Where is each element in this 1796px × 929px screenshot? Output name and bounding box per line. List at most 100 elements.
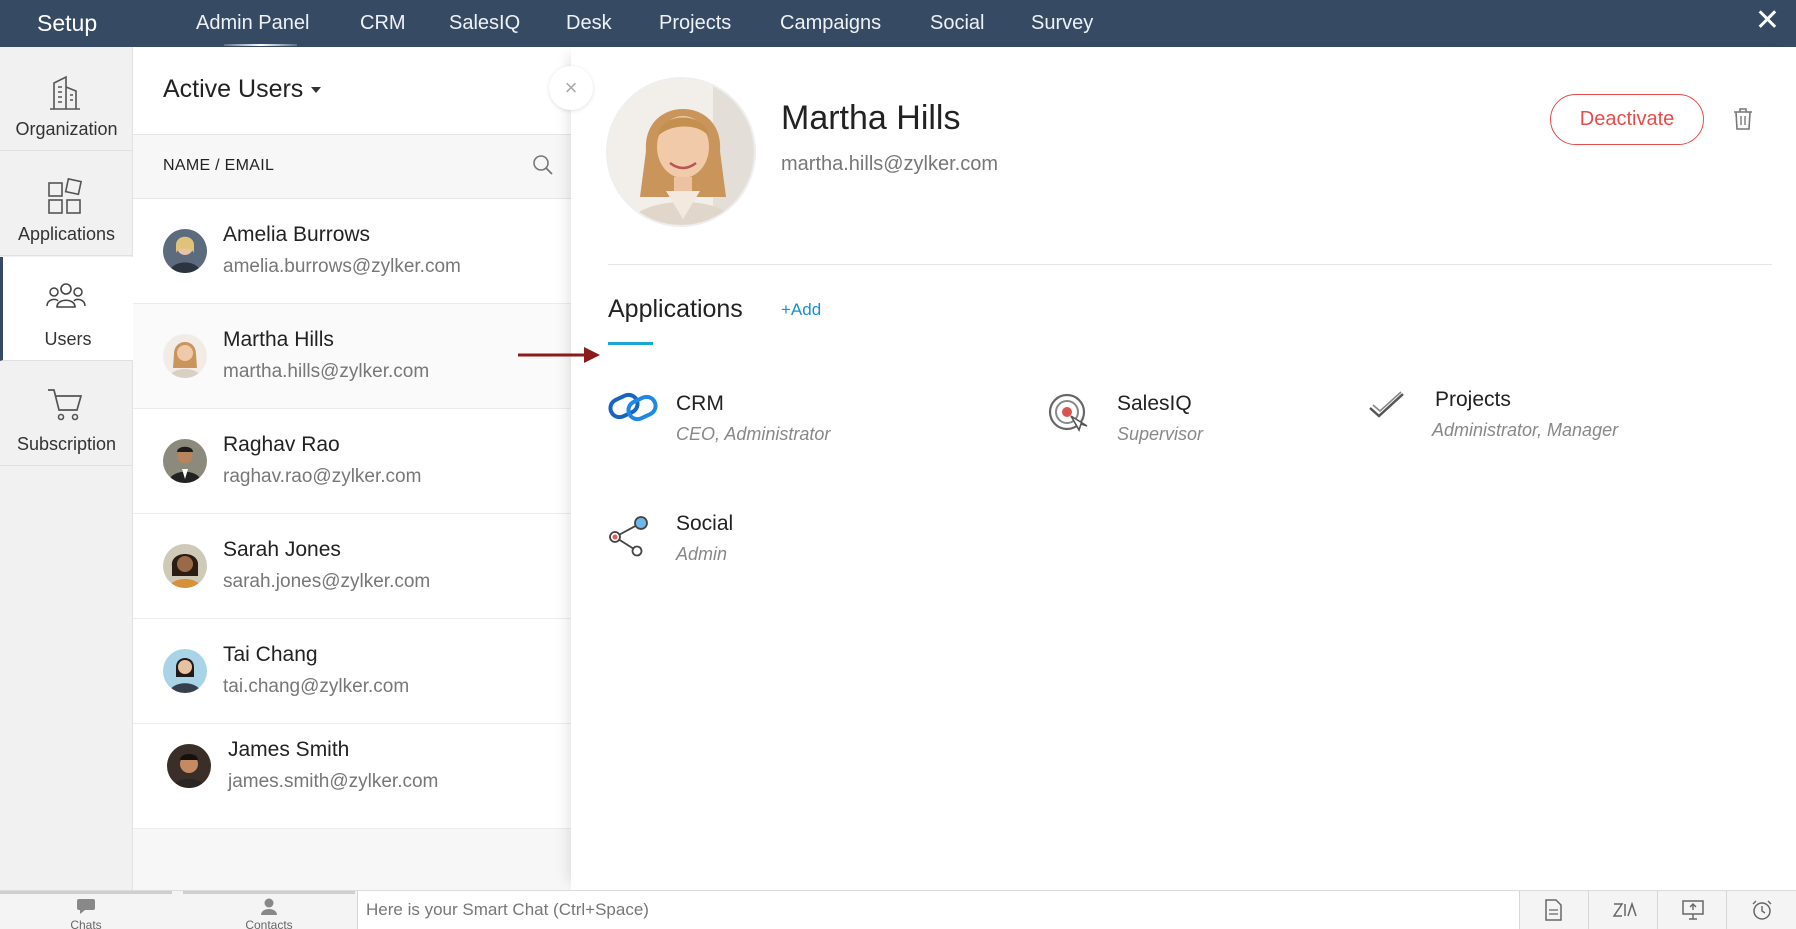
nav-crm[interactable]: CRM bbox=[360, 12, 406, 35]
user-row[interactable]: James Smith james.smith@zylker.com bbox=[133, 724, 571, 829]
nav-admin-panel[interactable]: Admin Panel bbox=[196, 12, 309, 46]
users-icon bbox=[46, 283, 86, 308]
cart-icon bbox=[48, 389, 83, 421]
user-email: amelia.burrows@zylker.com bbox=[223, 256, 461, 277]
app-name: CRM bbox=[676, 392, 724, 415]
user-row[interactable]: Sarah Jones sarah.jones@zylker.com bbox=[133, 514, 571, 619]
top-navigation-bar: Setup Admin Panel CRM SalesIQ Desk Proje… bbox=[0, 0, 1796, 47]
app-entry-social[interactable]: Social Admin bbox=[607, 512, 907, 572]
sidebar-item-label: Organization bbox=[15, 119, 118, 139]
reminder-button[interactable] bbox=[1726, 891, 1796, 929]
avatar bbox=[167, 744, 211, 788]
user-detail-panel: Martha Hills martha.hills@zylker.com Dea… bbox=[571, 47, 1796, 890]
user-row[interactable]: Tai Chang tai.chang@zylker.com bbox=[133, 619, 571, 724]
social-share-icon bbox=[609, 516, 648, 557]
app-role: Supervisor bbox=[1117, 424, 1204, 444]
notes-button[interactable] bbox=[1519, 891, 1588, 929]
nav-projects[interactable]: Projects bbox=[659, 12, 731, 35]
sidebar-item-applications[interactable]: Applications bbox=[0, 152, 133, 256]
search-icon[interactable] bbox=[532, 154, 554, 176]
projects-check-icon bbox=[1369, 391, 1404, 418]
user-list-header: Active Users bbox=[133, 47, 571, 135]
user-name: James Smith bbox=[228, 738, 350, 761]
screen-share-button[interactable] bbox=[1657, 891, 1726, 929]
sidebar-item-organization[interactable]: Organization bbox=[0, 47, 133, 151]
tab-label: Contacts bbox=[245, 918, 293, 929]
user-list-panel: Active Users NAME / EMAIL Amelia Burrows… bbox=[133, 47, 571, 890]
user-row[interactable]: Raghav Rao raghav.rao@zylker.com bbox=[133, 409, 571, 514]
user-name: Raghav Rao bbox=[223, 433, 340, 456]
apps-grid-icon bbox=[48, 178, 83, 214]
avatar bbox=[163, 334, 207, 378]
user-email: james.smith@zylker.com bbox=[228, 771, 439, 792]
trash-icon[interactable] bbox=[1732, 107, 1754, 131]
app-role: Administrator, Manager bbox=[1432, 420, 1619, 440]
user-list-column-header: NAME / EMAIL bbox=[133, 135, 571, 199]
contact-person-icon bbox=[261, 898, 277, 915]
setup-title: Setup bbox=[37, 10, 98, 36]
app-role: CEO, Administrator bbox=[676, 424, 831, 444]
sidebar-item-users[interactable]: Users bbox=[0, 257, 133, 361]
user-email: raghav.rao@zylker.com bbox=[223, 466, 422, 487]
tab-contacts[interactable]: Contacts bbox=[183, 891, 355, 929]
avatar bbox=[163, 649, 207, 693]
bottom-bar: Chats Contacts bbox=[0, 890, 1796, 929]
app-role: Admin bbox=[676, 544, 728, 564]
sidebar-item-label: Subscription bbox=[16, 434, 117, 454]
user-filter-dropdown[interactable]: Active Users bbox=[163, 75, 322, 104]
smart-chat-input[interactable] bbox=[366, 895, 1466, 925]
deactivate-button[interactable]: Deactivate bbox=[1550, 94, 1704, 145]
user-name: Tai Chang bbox=[223, 643, 318, 666]
zia-button[interactable] bbox=[1588, 891, 1657, 929]
user-email: martha.hills@zylker.com bbox=[223, 361, 430, 382]
nav-salesiq[interactable]: SalesIQ bbox=[449, 12, 520, 35]
app-entry-salesiq[interactable]: SalesIQ Supervisor bbox=[1047, 392, 1347, 452]
user-email: tai.chang@zylker.com bbox=[223, 676, 410, 697]
add-application-link[interactable]: +Add bbox=[781, 300, 821, 320]
pointer-arrow-icon bbox=[518, 347, 600, 363]
user-row[interactable]: Amelia Burrows amelia.burrows@zylker.com bbox=[133, 199, 571, 304]
app-entry-projects[interactable]: Projects Administrator, Manager bbox=[1367, 388, 1707, 448]
tab-chats[interactable]: Chats bbox=[0, 891, 172, 929]
avatar bbox=[163, 439, 207, 483]
salesiq-icon bbox=[1048, 393, 1088, 432]
user-email: sarah.jones@zylker.com bbox=[223, 571, 431, 592]
applications-section-title: Applications bbox=[608, 295, 743, 323]
sidebar-item-label: Users bbox=[44, 329, 92, 349]
smart-chat-bar bbox=[357, 891, 1519, 929]
avatar bbox=[163, 229, 207, 273]
tab-label: Chats bbox=[70, 918, 102, 929]
sidebar-item-label: Applications bbox=[17, 224, 116, 244]
caret-down-icon bbox=[311, 87, 322, 94]
user-detail-avatar bbox=[606, 77, 756, 227]
nav-survey[interactable]: Survey bbox=[1031, 12, 1093, 35]
zia-icon bbox=[1612, 901, 1637, 917]
avatar bbox=[163, 544, 207, 588]
close-icon: × bbox=[564, 75, 578, 100]
close-panel-button[interactable]: × bbox=[549, 66, 593, 110]
user-detail-name: Martha Hills bbox=[781, 99, 961, 137]
app-name: SalesIQ bbox=[1117, 392, 1192, 415]
close-setup-icon[interactable]: ✕ bbox=[1755, 4, 1780, 38]
user-name: Amelia Burrows bbox=[223, 223, 371, 246]
nav-social[interactable]: Social bbox=[930, 12, 984, 35]
user-name: Martha Hills bbox=[223, 328, 334, 351]
setup-sidebar: Organization Applications Users Subscrip… bbox=[0, 47, 133, 890]
column-label: NAME / EMAIL bbox=[163, 157, 275, 174]
app-entry-crm[interactable]: CRM CEO, Administrator bbox=[607, 392, 927, 452]
section-divider bbox=[608, 264, 1772, 265]
crm-icon bbox=[608, 392, 658, 422]
nav-campaigns[interactable]: Campaigns bbox=[780, 12, 881, 35]
sidebar-item-subscription[interactable]: Subscription bbox=[0, 362, 133, 466]
chat-bubble-icon bbox=[77, 899, 95, 914]
user-name: Sarah Jones bbox=[223, 538, 341, 561]
user-detail-email: martha.hills@zylker.com bbox=[781, 153, 999, 175]
section-title-underline bbox=[608, 342, 653, 345]
monitor-icon bbox=[1682, 900, 1704, 920]
user-row[interactable]: Martha Hills martha.hills@zylker.com bbox=[133, 304, 571, 409]
alarm-clock-icon bbox=[1752, 900, 1772, 920]
app-name: Social bbox=[676, 512, 734, 535]
user-filter-label: Active Users bbox=[163, 75, 304, 103]
app-name: Projects bbox=[1435, 388, 1511, 411]
nav-desk[interactable]: Desk bbox=[566, 12, 612, 35]
